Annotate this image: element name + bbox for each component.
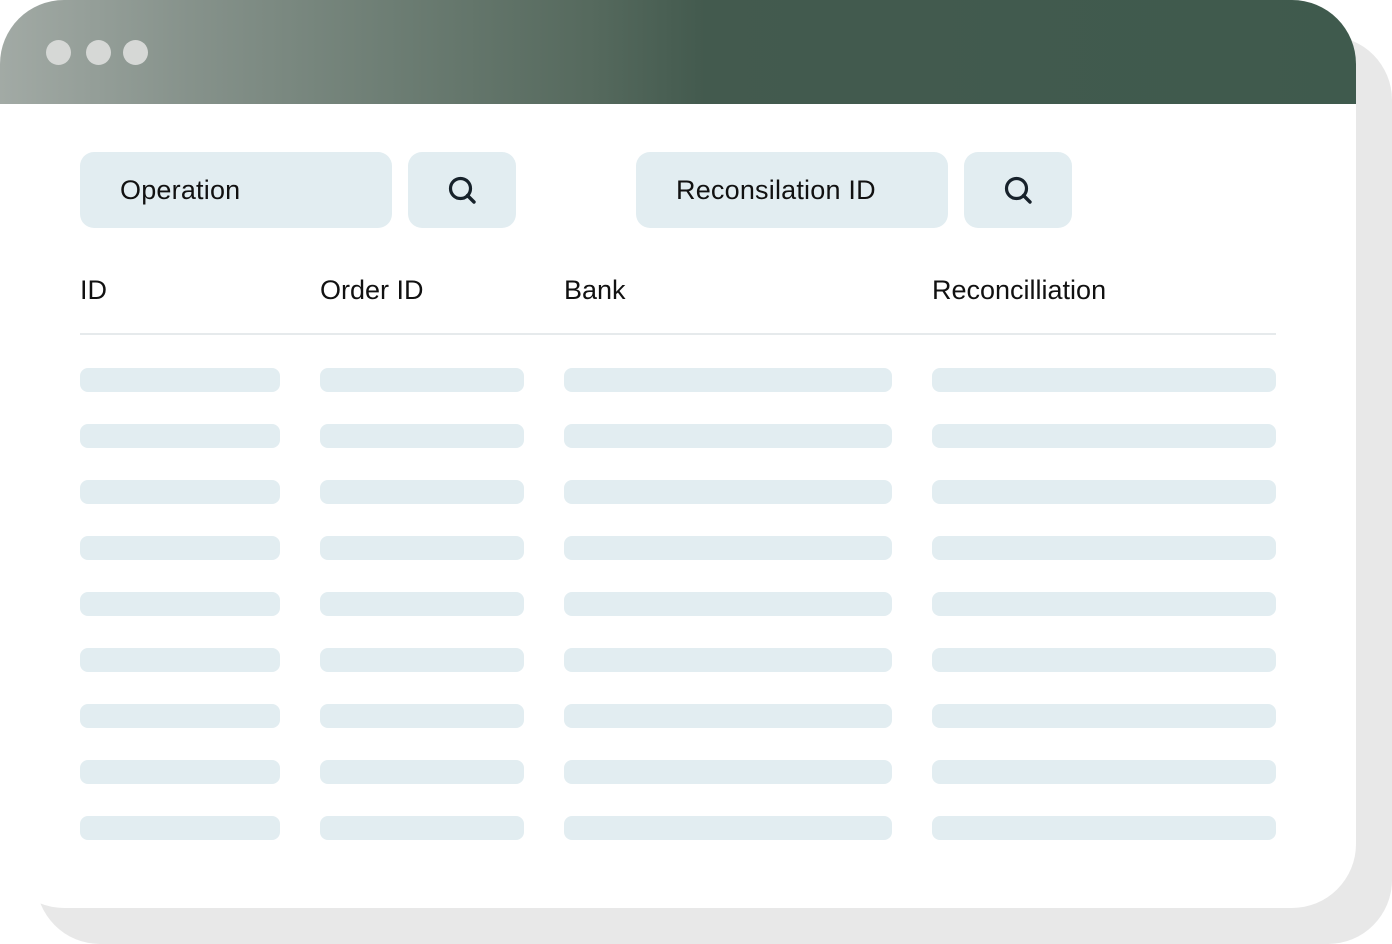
placeholder-cell (564, 536, 892, 560)
placeholder-cell (80, 424, 280, 448)
placeholder-cell (932, 816, 1276, 840)
placeholder-cell (932, 480, 1276, 504)
placeholder-cell (320, 592, 524, 616)
placeholder-cell (80, 368, 280, 392)
placeholder-cell (320, 368, 524, 392)
placeholder-cell (320, 760, 524, 784)
placeholder-cell (932, 536, 1276, 560)
placeholder-cell (932, 760, 1276, 784)
placeholder-cell (80, 536, 280, 560)
placeholder-cell (564, 424, 892, 448)
app-window: Operation Reconsilation ID ID Order ID B… (0, 0, 1356, 908)
placeholder-cell (80, 592, 280, 616)
placeholder-cell (320, 536, 524, 560)
placeholder-cell (320, 424, 524, 448)
placeholder-cell (932, 648, 1276, 672)
placeholder-cell (320, 648, 524, 672)
placeholder-cell (80, 816, 280, 840)
placeholder-cell (564, 368, 892, 392)
placeholder-cell (80, 648, 280, 672)
placeholder-cell (320, 704, 524, 728)
placeholder-cell (320, 480, 524, 504)
placeholder-cell (320, 816, 524, 840)
placeholder-cell (80, 480, 280, 504)
placeholder-cell (932, 704, 1276, 728)
placeholder-cell (564, 704, 892, 728)
stage: Operation Reconsilation ID ID Order ID B… (0, 0, 1392, 944)
placeholder-cell (80, 704, 280, 728)
placeholder-cell (564, 816, 892, 840)
placeholder-cell (564, 760, 892, 784)
placeholder-cell (564, 592, 892, 616)
placeholder-cell (932, 368, 1276, 392)
placeholder-cell (564, 480, 892, 504)
placeholder-cell (932, 592, 1276, 616)
placeholder-cell (564, 648, 892, 672)
table-body (0, 0, 1356, 908)
placeholder-cell (932, 424, 1276, 448)
placeholder-cell (80, 760, 280, 784)
